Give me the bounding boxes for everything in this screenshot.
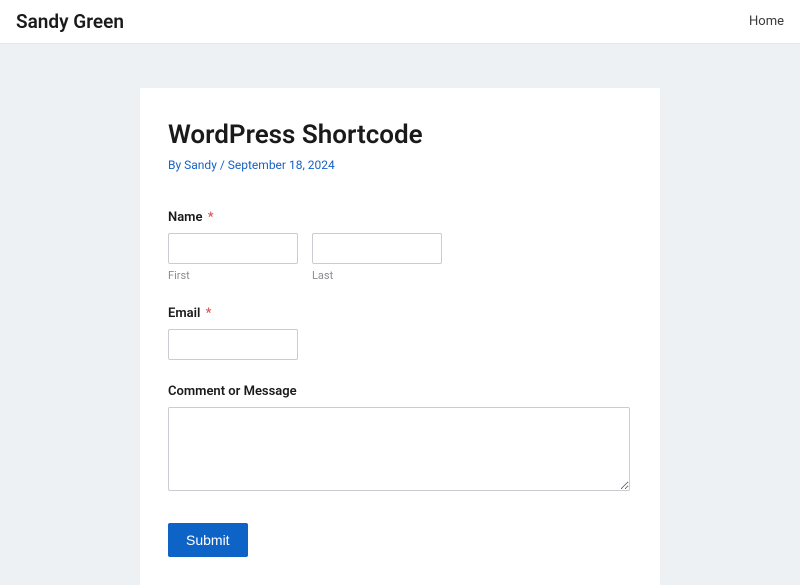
- name-label-text: Name: [168, 210, 202, 225]
- post-card: WordPress Shortcode By Sandy / September…: [140, 88, 660, 585]
- name-label: Name *: [168, 210, 632, 225]
- email-label: Email *: [168, 306, 632, 321]
- post-byline: By Sandy / September 18, 2024: [168, 158, 632, 172]
- byline-prefix: By: [168, 158, 184, 172]
- first-name-input[interactable]: [168, 233, 298, 264]
- name-fields-group: First Last: [168, 233, 632, 282]
- submit-button[interactable]: Submit: [168, 523, 248, 557]
- last-name-sublabel: Last: [312, 269, 442, 282]
- email-label-text: Email: [168, 306, 200, 321]
- last-name-input[interactable]: [312, 233, 442, 264]
- site-title: Sandy Green: [16, 10, 124, 33]
- required-mark: *: [208, 210, 214, 225]
- message-field-row: Comment or Message: [168, 384, 632, 495]
- first-name-sublabel: First: [168, 269, 298, 282]
- last-name-col: Last: [312, 233, 442, 282]
- email-input[interactable]: [168, 329, 298, 360]
- site-header: Sandy Green Home: [0, 0, 800, 44]
- post-title: WordPress Shortcode: [168, 120, 632, 150]
- byline-separator: /: [217, 158, 228, 172]
- name-field-row: Name * First Last: [168, 210, 632, 282]
- page-body: WordPress Shortcode By Sandy / September…: [0, 44, 800, 585]
- nav-home-link[interactable]: Home: [749, 14, 784, 29]
- message-label: Comment or Message: [168, 384, 632, 399]
- author-link[interactable]: Sandy: [184, 158, 217, 172]
- message-textarea[interactable]: [168, 407, 630, 491]
- required-mark: *: [206, 306, 212, 321]
- first-name-col: First: [168, 233, 298, 282]
- email-field-row: Email *: [168, 306, 632, 360]
- post-date: September 18, 2024: [228, 158, 335, 172]
